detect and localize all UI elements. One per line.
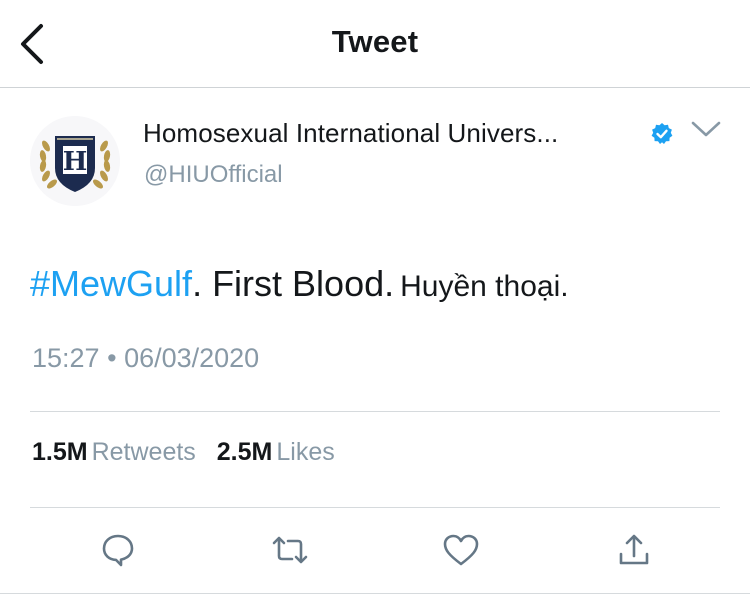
page-title: Tweet — [331, 24, 419, 59]
share-button[interactable] — [612, 525, 656, 575]
likes-label: Likes — [276, 438, 335, 466]
verified-badge-icon — [650, 122, 674, 146]
tweet-timestamp: 15:27 • 06/03/2020 — [32, 343, 259, 374]
retweets-stat[interactable]: 1.5M Retweets — [32, 438, 196, 467]
avatar[interactable]: H — [30, 116, 120, 206]
tweet-author: H Homosexual International Univers... @H… — [0, 88, 750, 218]
retweets-label: Retweets — [91, 438, 196, 466]
tweet-actions — [0, 525, 750, 575]
bottom-divider — [0, 593, 750, 594]
tweet-body-text: . First Blood. — [192, 263, 395, 304]
likes-stat[interactable]: 2.5M Likes — [217, 438, 335, 467]
tweet-stats: 1.5M Retweets 2.5M Likes — [32, 438, 349, 467]
divider — [30, 411, 720, 412]
divider — [30, 507, 720, 508]
top-bar: Tweet — [0, 0, 750, 88]
tweet-body-tail: Huyền thoại. — [400, 270, 569, 303]
like-button[interactable] — [439, 525, 483, 575]
timestamp-separator: • — [107, 343, 117, 373]
heart-icon — [443, 534, 479, 566]
university-crest-avatar: H — [30, 116, 120, 206]
tweet-date: 06/03/2020 — [124, 343, 260, 373]
display-name[interactable]: Homosexual International Univers... — [143, 118, 558, 149]
reply-button[interactable] — [96, 525, 140, 575]
svg-text:H: H — [63, 147, 88, 177]
tweet-menu-button[interactable] — [686, 114, 726, 144]
share-icon — [619, 534, 649, 565]
tweet-text: #MewGulf. First Blood. Huyền thoại. — [30, 262, 569, 309]
retweet-icon — [272, 536, 308, 564]
user-handle[interactable]: @HIUOfficial — [144, 161, 283, 189]
tweet-detail-screen: Tweet H Homosexual International Univers… — [0, 0, 750, 600]
tweet-time: 15:27 — [32, 343, 100, 373]
chevron-down-icon — [691, 121, 721, 137]
retweets-count: 1.5M — [32, 438, 88, 466]
reply-icon — [102, 534, 134, 567]
hashtag-link[interactable]: #MewGulf — [30, 263, 192, 304]
retweet-button[interactable] — [268, 525, 312, 575]
likes-count: 2.5M — [216, 438, 273, 466]
